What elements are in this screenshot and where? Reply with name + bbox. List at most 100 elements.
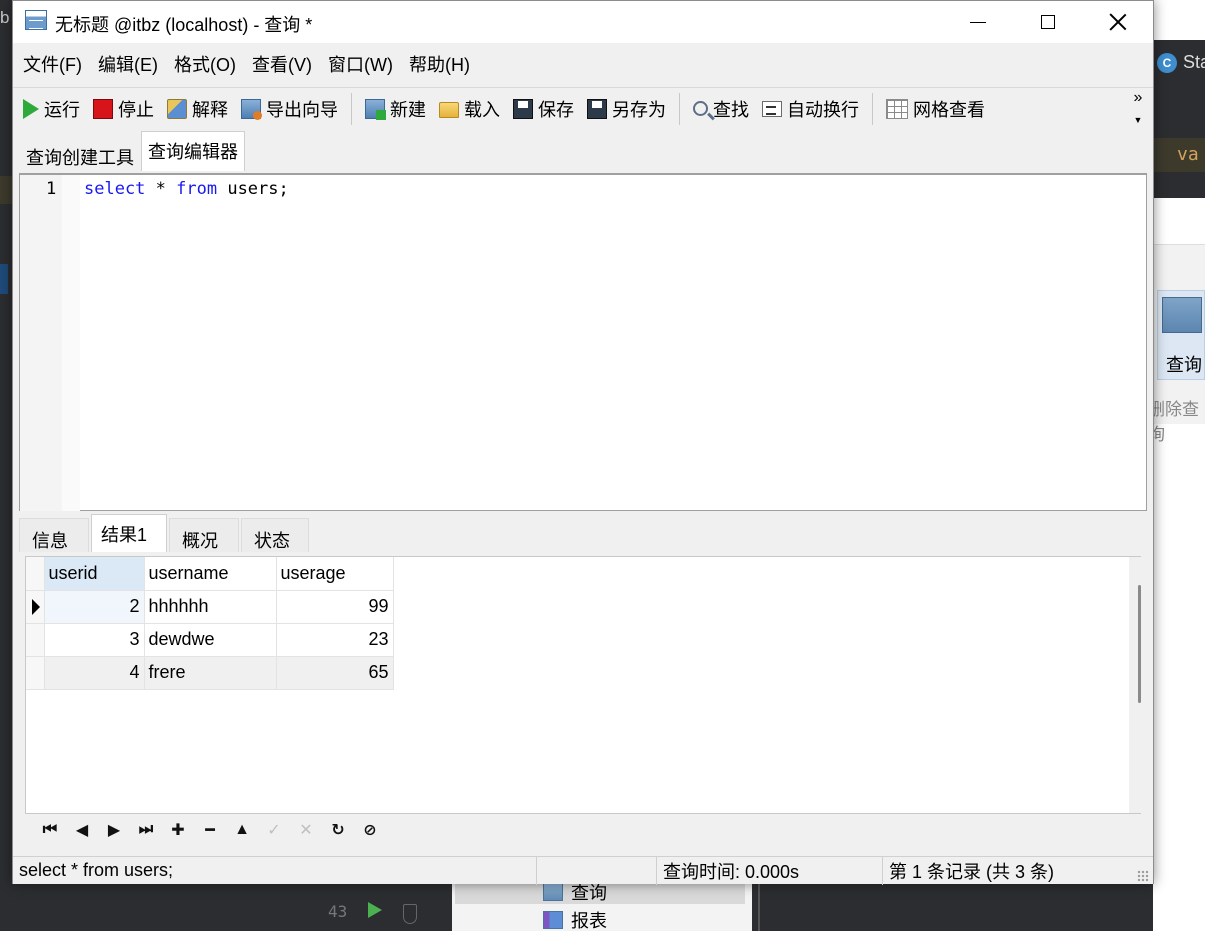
cell-userage[interactable]: 99 [276,590,394,624]
grid-header-row: userid username userage [26,557,394,591]
background-code: va [1153,138,1205,172]
cell-userage[interactable]: 65 [276,656,394,690]
folder-icon [439,101,459,118]
toolbar-separator [351,92,352,125]
vertical-scrollbar[interactable] [1129,557,1153,813]
maximize-button[interactable] [1013,1,1083,43]
tab-query-editor[interactable]: 查询编辑器 [141,131,245,171]
menu-help[interactable]: 帮助(H) [407,51,479,77]
minimize-button[interactable] [943,1,1013,43]
add-record-button[interactable]: ✚ [162,818,194,842]
save-icon [513,98,533,119]
previous-record-button[interactable]: ◀ [66,818,98,842]
table-row[interactable]: 2 hhhhhh 99 [26,590,394,624]
tab-profile[interactable]: 概况 [169,518,239,552]
record-navigation-bar: ⏮ ◀ ▶ ⏭ ✚ ━ ▲ ✓ ✕ ↻ ⊘ [25,814,1141,846]
cell-username[interactable]: frere [144,656,277,690]
sql-keyword: select [84,179,146,199]
save-as-button[interactable]: 另存为 [587,96,666,122]
toolbar-overflow-button[interactable]: » ▼ [1129,88,1147,130]
export-wizard-button[interactable]: 导出向导 [241,96,338,122]
new-button[interactable]: 新建 [365,96,426,122]
line-number-gutter [20,175,62,511]
tab-status[interactable]: 状态 [241,518,309,552]
search-icon [693,101,708,116]
bookmark-icon [403,904,417,924]
stop-icon [93,98,113,119]
cell-userid[interactable]: 4 [44,656,145,690]
cell-username[interactable]: hhhhhh [144,590,277,624]
word-wrap-button[interactable]: 自动换行 [762,96,859,122]
find-button[interactable]: 查找 [693,96,749,122]
query-window: 无标题 @itbz (localhost) - 查询 * 文件(F) 编辑(E)… [12,0,1154,885]
status-sql: select * from users; [13,856,537,885]
cell-userid[interactable]: 3 [44,623,145,657]
sql-identifier: users; [217,179,289,199]
apply-changes-button[interactable]: ✓ [258,818,290,842]
tab-result-1[interactable]: 结果1 [91,514,167,552]
next-record-button[interactable]: ▶ [98,818,130,842]
column-header-username[interactable]: username [144,557,277,591]
background-tab-label: Sta [1183,52,1205,72]
tab-query-builder[interactable]: 查询创建工具 [19,135,141,171]
status-record-count: 第 1 条记录 (共 3 条) [889,861,1055,882]
save-button[interactable]: 保存 [513,96,574,122]
menu-view[interactable]: 查看(V) [250,51,321,77]
column-header-userid[interactable]: userid [44,557,145,591]
class-icon: C [1157,52,1177,73]
stop-refresh-button[interactable]: ⊘ [354,818,386,842]
tree-item-report[interactable]: 报表 [455,908,745,931]
explain-icon [167,98,187,119]
run-gutter-icon[interactable] [368,902,382,918]
table-row[interactable]: 4 frere 65 [26,656,394,690]
result-grid: userid username userage 2 hhhhhh 99 3 de… [26,557,394,690]
menu-format[interactable]: 格式(O) [172,51,245,77]
tab-info[interactable]: 信息 [19,518,89,552]
menu-edit[interactable]: 编辑(E) [96,51,167,77]
grid-view-label: 网格查看 [913,99,985,120]
explain-label: 解释 [192,99,228,120]
delete-record-button[interactable]: ━ [194,818,226,842]
grid-view-button[interactable]: 网格查看 [886,96,985,122]
query-icon [1162,297,1202,333]
query-window-icon [25,10,47,30]
menu-file[interactable]: 文件(F) [21,51,91,77]
title-bar[interactable]: 无标题 @itbz (localhost) - 查询 * [13,1,1153,43]
toolbar: 运行 停止 解释 导出向导 新建 载入 保存 另存为 查找 自动换行 网格查看 … [13,87,1153,129]
new-query-icon [365,98,386,120]
menu-window[interactable]: 窗口(W) [326,51,402,77]
background-divider [758,884,760,931]
maximize-icon [1041,15,1055,29]
background-query-button[interactable]: 查询 [1157,290,1205,380]
run-button[interactable]: 运行 [23,96,80,122]
save-as-icon [587,98,607,119]
find-label: 查找 [713,99,749,120]
toolbar-separator [872,92,873,125]
refresh-button[interactable]: ↻ [322,818,354,842]
stop-button[interactable]: 停止 [93,96,154,122]
word-wrap-label: 自动换行 [787,99,859,120]
sql-editor[interactable]: 1 select * from users; [19,173,1147,511]
explain-button[interactable]: 解释 [167,96,228,122]
load-button[interactable]: 载入 [439,96,500,122]
background-delete-query[interactable]: 删除查询 [1148,395,1205,445]
export-icon [241,98,262,120]
menu-bar: 文件(F) 编辑(E) 格式(O) 查看(V) 窗口(W) 帮助(H) [13,43,1153,85]
close-button[interactable] [1083,1,1153,43]
first-record-button[interactable]: ⏮ [34,818,66,842]
cell-userage[interactable]: 23 [276,623,394,657]
sql-code-line[interactable]: select * from users; [84,179,289,199]
background-tab[interactable]: C Sta [1157,52,1205,73]
scrollbar-thumb[interactable] [1138,585,1141,703]
last-record-button[interactable]: ⏭ [130,818,162,842]
cell-username[interactable]: dewdwe [144,623,277,657]
resize-grip-icon[interactable] [1137,870,1149,882]
table-row[interactable]: 3 dewdwe 23 [26,623,394,657]
result-tabs: 信息 结果1 概况 状态 [19,514,311,552]
edit-up-button[interactable]: ▲ [226,818,258,842]
column-header-userage[interactable]: userage [276,557,394,591]
cell-userid[interactable]: 2 [44,590,145,624]
background-query-label: 查询 [1166,355,1202,375]
discard-changes-button[interactable]: ✕ [290,818,322,842]
row-indicator [26,623,45,657]
